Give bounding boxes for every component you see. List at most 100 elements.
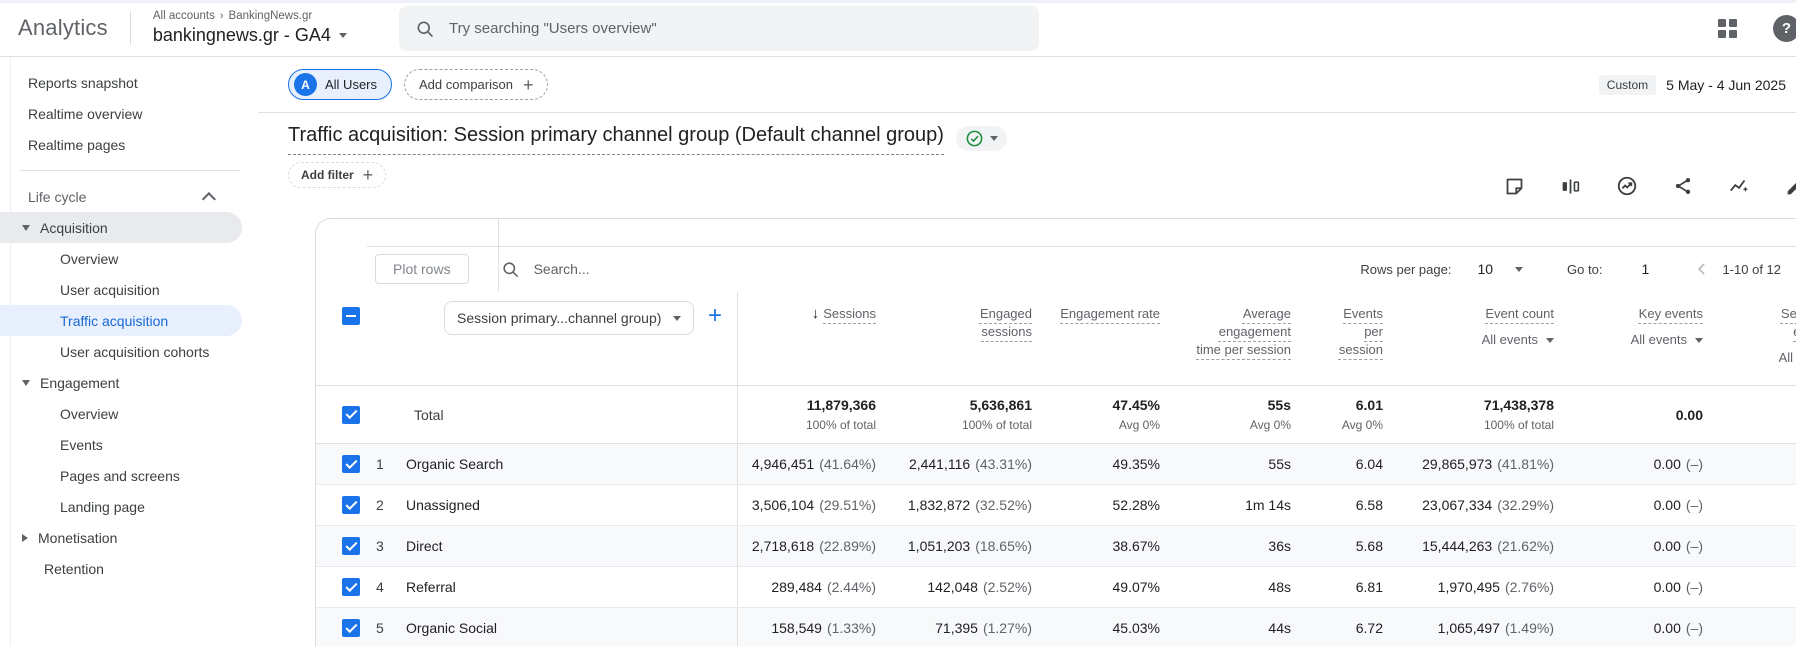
edit-icon[interactable] [1785,176,1796,197]
next-page-icon[interactable] [1791,259,1796,279]
global-search-input[interactable] [449,20,949,37]
expander-right-icon [22,534,28,542]
total-checkbox[interactable] [342,406,360,424]
date-range-type-badge: Custom [1599,75,1656,95]
table-row[interactable]: 2 Unassigned 3,506,104(29.51%) 1,832,872… [316,485,1796,526]
global-search[interactable] [399,6,1039,51]
column-header-sessions[interactable]: ↓Sessions [738,292,876,385]
key-events-filter[interactable]: All events [1631,331,1703,349]
channel-name: Unassigned [406,497,480,513]
report-main: A All Users Add comparison + Custom 5 Ma… [258,57,1796,646]
chevron-down-icon [339,33,347,38]
prev-page-icon[interactable] [1692,259,1712,279]
sidebar-item-engagement-overview[interactable]: Overview [0,398,242,429]
sidebar-item-realtime-overview[interactable]: Realtime overview [0,98,242,129]
top-app-bar: Analytics All accounts › BankingNews.gr … [0,0,1796,57]
row-checkbox[interactable] [342,619,360,637]
row-checkbox[interactable] [342,496,360,514]
sidebar-item-events[interactable]: Events [0,429,242,460]
avatar: A [294,73,317,96]
channel-name: Referral [406,579,456,595]
add-comparison-button[interactable]: Add comparison + [404,69,548,100]
row-number: 5 [376,620,396,636]
event-count-filter[interactable]: All events [1482,331,1554,349]
trend-insights-icon[interactable] [1728,175,1750,197]
chevron-right-icon: › [220,10,224,22]
goto-label: Go to: [1567,262,1602,277]
row-number: 3 [376,538,396,554]
search-icon [415,19,435,39]
property-name[interactable]: bankingnews.gr - GA4 [153,25,331,46]
select-all-checkbox[interactable] [342,307,360,325]
breadcrumb-account[interactable]: BankingNews.gr [229,10,313,22]
table-total-row: Total 11,879,366100% of total 5,636,8611… [316,386,1796,444]
sidebar-item-traffic-acquisition[interactable]: Traffic acquisition [0,305,242,336]
column-header-key-events[interactable]: Key events All events [1554,292,1703,385]
sidebar-item-user-acquisition-cohorts[interactable]: User acquisition cohorts [0,336,242,367]
chevron-down-icon[interactable] [1515,267,1523,272]
sidebar-item-retention[interactable]: Retention [0,553,242,584]
rows-per-page-label: Rows per page: [1360,262,1451,277]
chevron-down-icon [1695,338,1703,343]
column-header-event-count[interactable]: Event count All events [1383,292,1554,385]
page-title[interactable]: Traffic acquisition: Session primary cha… [288,122,944,155]
row-checkbox[interactable] [342,578,360,596]
bar-chart-icon[interactable] [1560,176,1581,197]
sidebar-section-life-cycle[interactable]: Life cycle [0,181,242,212]
total-label: Total [414,407,444,423]
row-checkbox[interactable] [342,537,360,555]
table-search[interactable] [501,260,954,279]
sidebar-item-pages-and-screens[interactable]: Pages and screens [0,460,242,491]
column-header-avg-engagement-time[interactable]: Average engagement time per session [1160,292,1291,385]
table-row[interactable]: 3 Direct 2,718,618(22.89%) 1,051,203(18.… [316,526,1796,567]
date-range-picker[interactable]: Custom 5 May - 4 Jun 2025 [1599,75,1796,95]
rows-per-page-select[interactable]: 10 [1477,261,1493,277]
help-icon[interactable]: ? [1773,15,1796,42]
column-header-events-per-session[interactable]: Events per session [1291,292,1383,385]
divider [130,11,131,45]
plot-rows-button[interactable]: Plot rows [375,254,469,284]
share-icon[interactable] [1673,176,1693,196]
note-icon[interactable] [1504,176,1525,197]
divider [498,219,499,292]
row-checkbox[interactable] [342,455,360,473]
column-header-session-key-event-rate[interactable]: Session key event rate All events [1703,292,1796,385]
add-filter-button[interactable]: Add filter + [288,162,386,188]
column-header-engagement-rate[interactable]: Engagement rate [1032,292,1160,385]
sidebar-item-monetisation[interactable]: Monetisation [0,522,242,553]
sidebar-item-landing-page[interactable]: Landing page [0,491,242,522]
apps-grid-icon[interactable] [1718,19,1737,38]
sidebar-item-realtime-pages[interactable]: Realtime pages [0,129,242,160]
all-users-chip[interactable]: A All Users [288,69,392,100]
insights-icon[interactable] [1616,175,1638,197]
comparison-bar: A All Users Add comparison + Custom 5 Ma… [258,57,1796,113]
table-row[interactable]: 5 Organic Social 158,549(1.33%) 71,395(1… [316,608,1796,646]
table-header-row: Session primary...channel group) + ↓Sess… [316,292,1796,386]
table-row[interactable]: 1 Organic Search 4,946,451(41.64%) 2,441… [316,444,1796,485]
property-selector[interactable]: All accounts › BankingNews.gr bankingnew… [153,10,347,46]
goto-page-input[interactable] [1632,261,1658,277]
sidebar-item-user-acquisition[interactable]: User acquisition [0,274,242,305]
table-search-input[interactable] [534,261,954,277]
dimension-selector[interactable]: Session primary...channel group) [444,301,694,335]
analytics-logo: Analytics [18,15,108,41]
row-number: 2 [376,497,396,513]
divider [20,170,240,171]
report-table-card: Plot rows Rows per page: 10 Go to: 1- [315,218,1796,646]
table-row[interactable]: 4 Referral 289,484(2.44%) 142,048(2.52%)… [316,567,1796,608]
expander-down-icon [22,225,30,231]
add-dimension-button[interactable]: + [708,301,722,331]
divider [367,246,1796,247]
column-header-engaged-sessions[interactable]: Engaged sessions [876,292,1032,385]
channel-name: Organic Search [406,456,503,472]
table-toolbar: Plot rows Rows per page: 10 Go to: 1- [316,246,1796,292]
reports-nav-sidebar: Reports snapshot Realtime overview Realt… [0,57,258,646]
sidebar-item-reports-snapshot[interactable]: Reports snapshot [0,67,242,98]
breadcrumb-all-accounts[interactable]: All accounts [153,10,215,22]
sidebar-item-acquisition[interactable]: Acquisition [0,212,242,243]
sidebar-item-engagement[interactable]: Engagement [0,367,242,398]
sidebar-item-acquisition-overview[interactable]: Overview [0,243,242,274]
session-ker-filter[interactable]: All events [1779,349,1796,367]
data-quality-badge[interactable] [956,126,1007,151]
pagination-range: 1-10 of 12 [1722,262,1781,277]
